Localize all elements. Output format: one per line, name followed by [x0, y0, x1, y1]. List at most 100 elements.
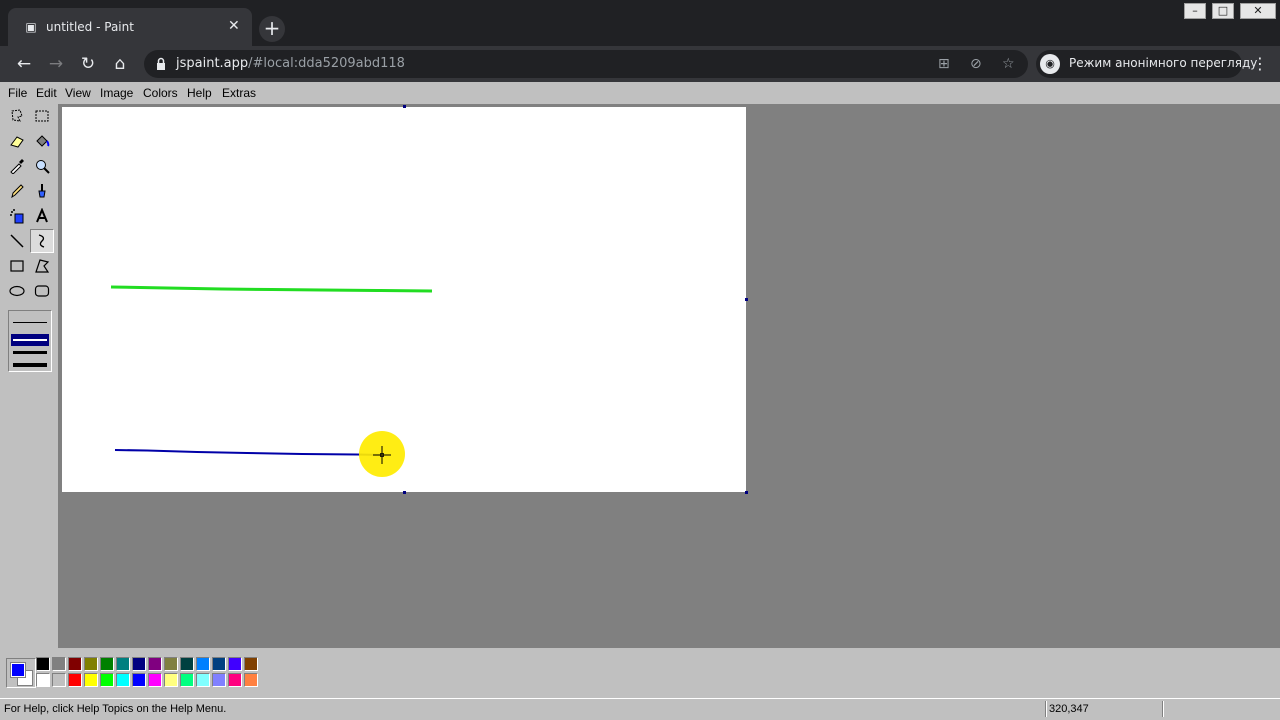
- more-menu-icon[interactable]: ⋮: [1252, 54, 1268, 74]
- incognito-icon: ◉: [1040, 54, 1060, 74]
- airbrush-tool[interactable]: [5, 204, 29, 228]
- menu-edit[interactable]: Edit: [36, 86, 57, 100]
- pencil-icon: [11, 184, 24, 199]
- eraser-tool[interactable]: [5, 129, 29, 153]
- palette-swatch[interactable]: [84, 657, 98, 671]
- palette-swatch[interactable]: [68, 657, 82, 671]
- forward-icon[interactable]: →: [45, 54, 67, 74]
- minimize-icon[interactable]: –: [1184, 3, 1206, 19]
- star-icon[interactable]: ☆: [1002, 55, 1015, 73]
- blue-line: [114, 449, 383, 456]
- palette-swatch[interactable]: [228, 657, 242, 671]
- color-picker-icon: [10, 159, 24, 174]
- stroke-width-4[interactable]: [13, 363, 47, 367]
- polygon-tool[interactable]: [30, 254, 54, 278]
- palette-swatch[interactable]: [180, 673, 194, 687]
- palette-swatch[interactable]: [100, 657, 114, 671]
- resize-handle-right[interactable]: [745, 298, 748, 301]
- status-bar: For Help, click Help Topics on the Help …: [0, 698, 1280, 720]
- palette-swatch[interactable]: [116, 657, 130, 671]
- palette-swatch[interactable]: [212, 673, 226, 687]
- drawing-canvas[interactable]: [62, 107, 746, 492]
- address-bar[interactable]: jspaint.app/#local:dda5209abd118 ⊞ ⊘ ☆: [144, 50, 1028, 78]
- foreground-color[interactable]: [10, 662, 26, 678]
- pencil-tool[interactable]: [5, 179, 29, 203]
- magnifier-tool[interactable]: [30, 154, 54, 178]
- reload-icon[interactable]: ↻: [77, 54, 99, 74]
- menu-help[interactable]: Help: [187, 86, 212, 100]
- select-tool[interactable]: [30, 104, 54, 128]
- new-tab-icon: +: [263, 16, 281, 40]
- polygon-icon: [35, 259, 50, 273]
- translate-icon[interactable]: ⊞: [938, 55, 950, 73]
- url-text: jspaint.app/#local:dda5209abd118: [176, 56, 405, 71]
- palette-swatch[interactable]: [244, 673, 258, 687]
- close-window-icon[interactable]: ✕: [1240, 3, 1276, 19]
- palette-swatch[interactable]: [164, 673, 178, 687]
- home-icon[interactable]: ⌂: [109, 54, 131, 74]
- palette-swatch[interactable]: [196, 657, 210, 671]
- eye-off-icon[interactable]: ⊘: [970, 55, 982, 73]
- rectangle-tool[interactable]: [5, 254, 29, 278]
- menu-file[interactable]: File: [8, 86, 27, 100]
- resize-handle-corner[interactable]: [745, 491, 748, 494]
- palette-swatch[interactable]: [148, 657, 162, 671]
- palette-swatch[interactable]: [84, 673, 98, 687]
- menu-view[interactable]: View: [65, 86, 91, 100]
- palette-swatch[interactable]: [100, 673, 114, 687]
- palette-swatch[interactable]: [116, 673, 130, 687]
- airbrush-icon: [10, 209, 24, 224]
- palette-swatch[interactable]: [132, 657, 146, 671]
- palette-swatch[interactable]: [212, 657, 226, 671]
- palette-swatch[interactable]: [132, 673, 146, 687]
- new-tab-button[interactable]: +: [259, 16, 285, 42]
- text-icon: [36, 208, 48, 223]
- stroke-width-2[interactable]: [13, 339, 47, 341]
- select-icon: [35, 110, 49, 122]
- palette-swatch[interactable]: [52, 673, 66, 687]
- menu-extras[interactable]: Extras: [222, 86, 256, 100]
- palette-swatch[interactable]: [164, 657, 178, 671]
- curve-tool[interactable]: [30, 229, 54, 253]
- rounded-rectangle-tool[interactable]: [30, 279, 54, 303]
- menu-colors[interactable]: Colors: [143, 86, 178, 100]
- fill-with-color-tool[interactable]: [30, 129, 54, 153]
- free-form-select-tool[interactable]: [5, 104, 29, 128]
- ellipse-icon: [9, 285, 25, 297]
- palette-swatch[interactable]: [52, 657, 66, 671]
- rectangle-icon: [10, 260, 24, 272]
- resize-handle-bottom[interactable]: [403, 491, 406, 494]
- browser-tabbar: ▣ untitled - Paint ✕ + – □ ✕: [0, 0, 1280, 46]
- close-tab-icon[interactable]: ✕: [228, 18, 240, 34]
- line-icon: [10, 234, 24, 248]
- resize-handle-top[interactable]: [403, 105, 406, 108]
- incognito-indicator[interactable]: ◉ Режим анонімного перегляду: [1036, 50, 1257, 78]
- menu-image[interactable]: Image: [100, 86, 133, 100]
- back-icon[interactable]: ←: [13, 54, 35, 74]
- browser-tab[interactable]: ▣ untitled - Paint ✕: [8, 8, 252, 46]
- stroke-width-1[interactable]: [13, 322, 47, 323]
- palette-swatch[interactable]: [244, 657, 258, 671]
- pick-color-tool[interactable]: [5, 154, 29, 178]
- palette-swatch[interactable]: [228, 673, 242, 687]
- palette-swatch[interactable]: [68, 673, 82, 687]
- stroke-width-3[interactable]: [13, 351, 47, 354]
- menu-bar: File Edit View Image Colors Help Extras: [0, 82, 1280, 104]
- line-tool[interactable]: [5, 229, 29, 253]
- brush-tool[interactable]: [30, 179, 54, 203]
- curve-icon: [38, 234, 45, 248]
- ellipse-tool[interactable]: [5, 279, 29, 303]
- color-palette: [0, 648, 1280, 694]
- text-tool[interactable]: [30, 204, 54, 228]
- incognito-label: Режим анонімного перегляду: [1069, 56, 1258, 70]
- maximize-icon[interactable]: □: [1212, 3, 1234, 19]
- browser-toolbar: ← → ↻ ⌂ jspaint.app/#local:dda5209abd118…: [0, 46, 1280, 82]
- palette-swatch[interactable]: [148, 673, 162, 687]
- current-colors: [6, 658, 36, 688]
- palette-swatch[interactable]: [196, 673, 210, 687]
- fill-bucket-icon: [36, 135, 50, 147]
- palette-swatch[interactable]: [180, 657, 194, 671]
- palette-swatch[interactable]: [36, 657, 50, 671]
- palette-swatch[interactable]: [36, 673, 50, 687]
- status-separator: [1162, 701, 1164, 717]
